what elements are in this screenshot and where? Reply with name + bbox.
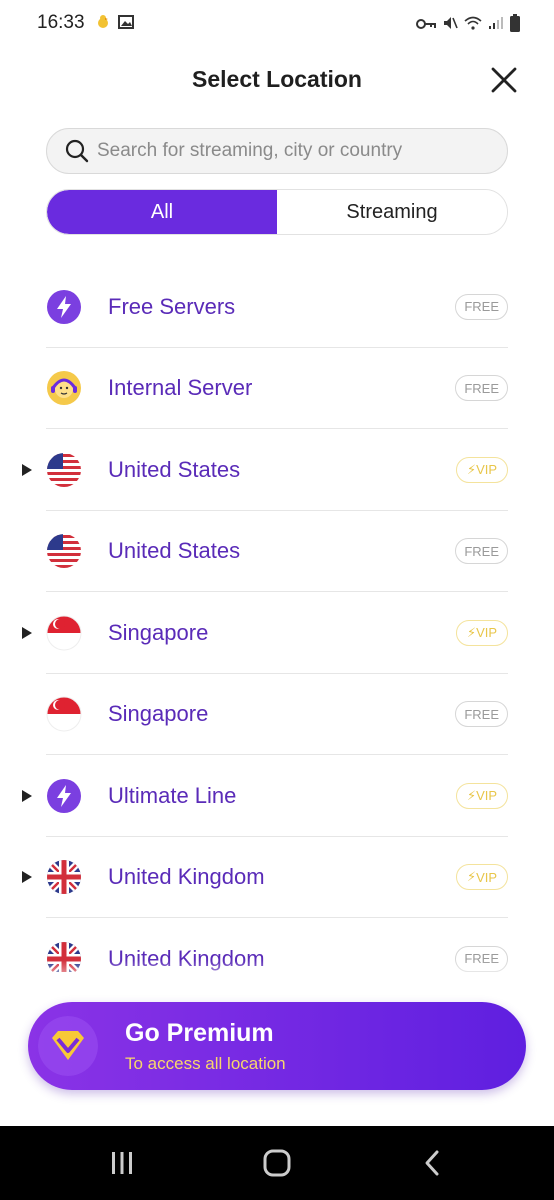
gallery-icon [118, 15, 134, 34]
uk-flag-icon [47, 860, 81, 895]
us-flag-icon [47, 452, 81, 487]
home-icon [263, 1149, 291, 1177]
go-premium-button[interactable]: Go Premium To access all location [28, 1002, 526, 1090]
notification-chick-icon [96, 14, 110, 35]
signal-icon [488, 16, 504, 35]
location-label: United Kingdom [108, 864, 265, 890]
tab-all[interactable]: All [47, 190, 277, 234]
vip-badge: ⚡ VIP [456, 456, 508, 483]
free-badge: FREE [455, 538, 508, 565]
recent-apps-button[interactable] [102, 1146, 142, 1180]
vip-badge: ⚡ VIP [456, 864, 508, 891]
search-icon [65, 139, 89, 163]
diamond-icon [38, 1016, 98, 1076]
lightning-small-icon: ⚡ [466, 624, 477, 640]
location-label: Internal Server [108, 375, 253, 401]
free-badge: FREE [455, 293, 508, 320]
list-fade-overlay [0, 960, 554, 990]
battery-icon [510, 14, 520, 37]
location-list[interactable]: Free Servers FREE Internal Server FREE U… [0, 266, 554, 972]
home-button[interactable] [257, 1146, 297, 1180]
header: Select Location [0, 54, 554, 106]
premium-title: Go Premium [125, 1019, 274, 1047]
location-row-free-servers[interactable]: Free Servers FREE [0, 266, 554, 348]
search-bar[interactable] [46, 128, 508, 174]
location-row-united-states-free[interactable]: United States FREE [0, 511, 554, 593]
lightning-small-icon: ⚡ [466, 787, 477, 803]
location-label: Free Servers [108, 293, 236, 319]
support-agent-icon [47, 371, 81, 406]
location-label: Singapore [108, 701, 209, 727]
expand-arrow-icon[interactable] [22, 626, 32, 639]
sg-flag-icon [46, 696, 82, 732]
recent-apps-icon [112, 1152, 132, 1174]
free-badge: FREE [455, 375, 508, 402]
vpn-key-icon [416, 17, 436, 35]
location-label: United States [108, 538, 241, 564]
location-label: Ultimate Line [108, 782, 237, 808]
mute-icon [442, 15, 458, 36]
wifi-icon [464, 16, 482, 35]
back-button[interactable] [412, 1146, 452, 1180]
lightning-small-icon: ⚡ [466, 869, 477, 885]
location-label: United States [108, 456, 241, 482]
close-icon [491, 67, 517, 93]
vip-badge: ⚡ VIP [456, 782, 508, 809]
expand-arrow-icon[interactable] [22, 789, 32, 802]
expand-arrow-icon[interactable] [22, 871, 32, 884]
us-flag-icon [47, 534, 81, 569]
lightning-small-icon: ⚡ [466, 461, 477, 477]
close-button[interactable] [488, 64, 520, 96]
back-icon [425, 1150, 439, 1176]
tab-bar: All Streaming [46, 189, 508, 235]
premium-subtitle: To access all location [125, 1054, 286, 1073]
free-badge: FREE [455, 701, 508, 728]
page-title: Select Location [192, 66, 362, 92]
location-row-ultimate-line[interactable]: Ultimate Line ⚡ VIP [0, 755, 554, 837]
search-input[interactable] [97, 140, 477, 162]
status-time: 16:33 [37, 12, 85, 33]
system-nav-bar [0, 1126, 554, 1200]
location-row-united-kingdom-vip[interactable]: United Kingdom ⚡ VIP [0, 837, 554, 919]
location-label: Singapore [108, 619, 209, 645]
lightning-icon [47, 289, 81, 324]
tab-streaming[interactable]: Streaming [277, 190, 507, 234]
location-row-internal-server[interactable]: Internal Server FREE [0, 348, 554, 430]
location-row-united-states-vip[interactable]: United States ⚡ VIP [0, 429, 554, 511]
sg-flag-icon [46, 615, 82, 651]
vip-badge: ⚡ VIP [456, 619, 508, 646]
expand-arrow-icon[interactable] [22, 463, 32, 476]
location-row-singapore-vip[interactable]: Singapore ⚡ VIP [0, 592, 554, 674]
status-bar: 16:33 [0, 0, 554, 46]
lightning-icon [47, 778, 81, 813]
location-row-singapore-free[interactable]: Singapore FREE [0, 674, 554, 756]
